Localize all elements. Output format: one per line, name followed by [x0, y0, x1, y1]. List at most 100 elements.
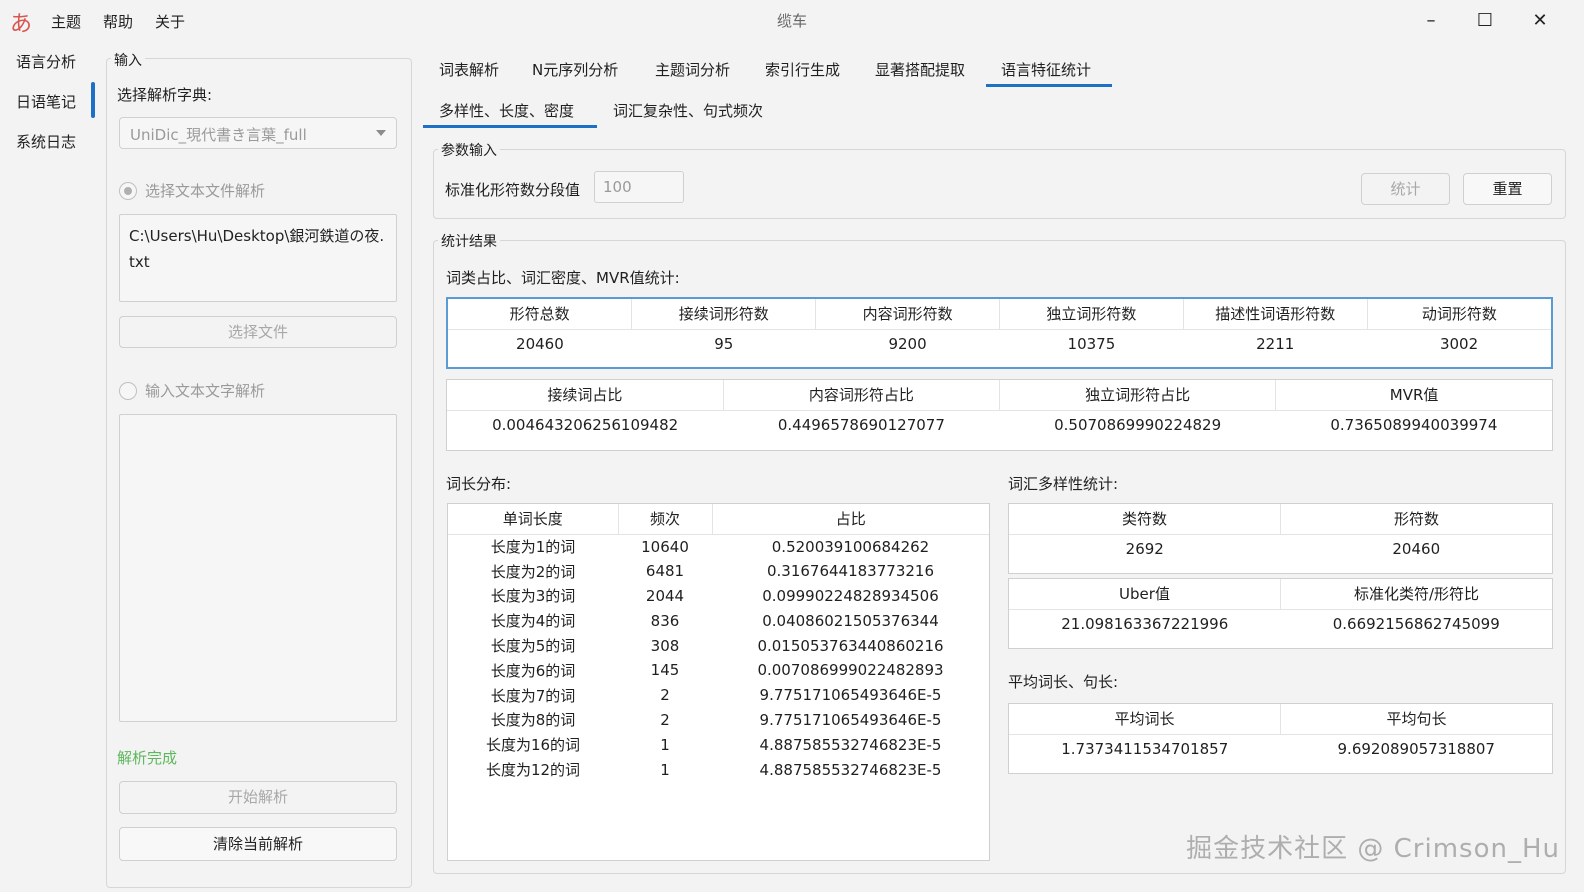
radio-file-parse-label: 选择文本文件解析: [145, 182, 266, 200]
table-cell: 2211: [1256, 335, 1295, 354]
table-header: Uber值: [1009, 579, 1281, 610]
ratio-table[interactable]: 接续词占比 内容词形符占比 独立词形符占比 MVR值 0.00464320625…: [446, 379, 1553, 451]
table-row: 长度为12的词 1 4.887585532746823E-5: [448, 757, 989, 782]
table-cell: 9.775171065493646E-5: [759, 710, 942, 729]
table-cell: 9.692089057318807: [1337, 740, 1495, 759]
table-cell: 长度为8的词: [490, 711, 576, 730]
table-row: 2692 20460: [1009, 534, 1552, 564]
reset-button[interactable]: 重置: [1463, 173, 1552, 205]
table-header: 接续词占比: [447, 380, 724, 411]
table-header: MVR值: [1275, 380, 1552, 411]
table-cell: 4.887585532746823E-5: [759, 735, 942, 754]
table-cell: 20460: [1392, 540, 1441, 559]
table-header-row: 平均词长 平均句长: [1009, 704, 1552, 735]
app-icon: あ: [10, 12, 33, 37]
file-path-field[interactable]: C:\Users\Hu\Desktop\銀河鉄道の夜.txt: [119, 214, 397, 302]
table-header: 内容词形符数: [815, 299, 1000, 330]
tab-concordance[interactable]: 索引行生成: [765, 59, 840, 80]
clear-parse-button[interactable]: 清除当前解析: [119, 827, 397, 861]
table-cell: 长度为7的词: [490, 686, 576, 705]
stat-button[interactable]: 统计: [1361, 173, 1450, 205]
segment-value-input[interactable]: 100: [594, 171, 684, 203]
menu-theme[interactable]: 主题: [51, 11, 81, 32]
table-header-row: 接续词占比 内容词形符占比 独立词形符占比 MVR值: [447, 380, 1552, 411]
tab-collocation[interactable]: 显著搭配提取: [875, 59, 965, 80]
menu-help[interactable]: 帮助: [103, 11, 133, 32]
table-header: 形符总数: [448, 299, 633, 330]
start-parse-button[interactable]: 开始解析: [119, 781, 397, 814]
table-cell: 1: [660, 760, 670, 779]
nav-item-system-log[interactable]: 系统日志: [16, 131, 76, 152]
tab-keyword[interactable]: 主题词分析: [655, 59, 730, 80]
subtab-diversity[interactable]: 多样性、长度、密度: [439, 100, 574, 121]
table-header: 单词长度: [448, 504, 619, 535]
param-label: 标准化形符数分段值: [445, 181, 581, 199]
table-cell: 2692: [1125, 540, 1164, 559]
dict-select-value: UniDic_現代書き言葉_full: [130, 126, 307, 144]
table-header: 独立词形符数: [999, 299, 1184, 330]
table-cell: 1: [660, 735, 670, 754]
table-cell: 长度为1的词: [490, 538, 576, 557]
avg-length-title: 平均词长、句长:: [1008, 673, 1119, 691]
table-header: 频次: [618, 504, 713, 535]
radio-file-parse[interactable]: 选择文本文件解析: [119, 180, 265, 201]
radio-icon: [119, 181, 137, 200]
dict-label: 选择解析字典:: [117, 86, 213, 104]
table-row: 1.7373411534701857 9.692089057318807: [1009, 734, 1552, 764]
word-length-dist-table[interactable]: 单词长度 频次 占比 长度为1的词 10640 0.520039100684262 长…: [447, 503, 990, 861]
table-cell: 4.887585532746823E-5: [759, 760, 942, 779]
table-row: 长度为8的词 2 9.775171065493646E-5: [448, 708, 989, 733]
table-cell: 长度为2的词: [490, 562, 576, 581]
title-bar: あ 主题 帮助 关于 缆车 – ☐ ✕: [0, 0, 1584, 40]
table-header: 平均词长: [1009, 704, 1281, 735]
table-header: 描述性词语形符数: [1183, 299, 1368, 330]
table-cell: 21.098163367221996: [1061, 615, 1229, 634]
table-cell: 3002: [1439, 335, 1479, 354]
table-row: 20460 95 9200 10375 2211 3002: [448, 329, 1551, 359]
maximize-icon[interactable]: ☐: [1465, 6, 1505, 34]
window-title: 缆车: [776, 12, 807, 30]
radio-text-parse-label: 输入文本文字解析: [145, 382, 266, 400]
diversity-table-2[interactable]: Uber值 标准化类符/形符比 21.098163367221996 0.669…: [1008, 578, 1553, 649]
dict-select[interactable]: UniDic_現代書き言葉_full: [119, 117, 397, 149]
tab-active-underline: [986, 84, 1112, 87]
menu-about[interactable]: 关于: [155, 11, 185, 32]
choose-file-button[interactable]: 选择文件: [119, 316, 397, 348]
table-cell: 6481: [645, 562, 685, 581]
minimize-icon[interactable]: –: [1411, 6, 1451, 34]
chevron-down-icon: [376, 130, 386, 136]
table-cell: 0.004643206256109482: [492, 416, 679, 435]
table-row: 长度为5的词 308 0.015053763440860216: [448, 633, 989, 658]
nav-item-japanese-notes[interactable]: 日语笔记: [16, 91, 76, 112]
nav-active-indicator: [91, 82, 95, 118]
table-row: 长度为1的词 10640 0.520039100684262: [448, 534, 989, 559]
table-cell: 0.7365089940039974: [1330, 416, 1498, 435]
table-cell: 2: [660, 686, 670, 705]
text-input-area[interactable]: [119, 414, 397, 722]
table-cell: 9200: [888, 335, 927, 354]
table-header: 形符数: [1280, 504, 1552, 535]
tab-word-list[interactable]: 词表解析: [439, 59, 499, 80]
subtab-complexity[interactable]: 词汇复杂性、句式频次: [613, 100, 763, 121]
table-cell: 2: [660, 710, 670, 729]
table-cell: 9.775171065493646E-5: [759, 686, 942, 705]
diversity-table-1[interactable]: 类符数 形符数 2692 20460: [1008, 503, 1553, 574]
radio-text-parse[interactable]: 输入文本文字解析: [119, 380, 265, 401]
table-cell: 308: [650, 636, 680, 655]
table-row: 长度为2的词 6481 0.3167644183773216: [448, 559, 989, 584]
table-header-row: Uber值 标准化类符/形符比: [1009, 579, 1552, 610]
table-cell: 0.520039100684262: [771, 537, 930, 556]
table-row: 0.004643206256109482 0.4496578690127077 …: [447, 410, 1552, 440]
table-cell: 0.015053763440860216: [757, 636, 944, 655]
nav-item-language-analysis[interactable]: 语言分析: [16, 51, 76, 72]
table-header-row: 单词长度 频次 占比: [448, 504, 989, 535]
table-cell: 836: [650, 611, 680, 630]
table-cell: 0.6692156862745099: [1332, 615, 1500, 634]
tab-ngram[interactable]: N元序列分析: [532, 59, 618, 80]
table-header: 标准化类符/形符比: [1280, 579, 1552, 610]
table-header-row: 形符总数 接续词形符数 内容词形符数 独立词形符数 描述性词语形符数 动词形符数: [448, 299, 1551, 330]
pos-count-table[interactable]: 形符总数 接续词形符数 内容词形符数 独立词形符数 描述性词语形符数 动词形符数…: [446, 297, 1553, 369]
avg-length-table[interactable]: 平均词长 平均句长 1.7373411534701857 9.692089057…: [1008, 703, 1553, 774]
close-icon[interactable]: ✕: [1520, 6, 1560, 34]
tab-language-stats[interactable]: 语言特征统计: [1001, 59, 1091, 80]
